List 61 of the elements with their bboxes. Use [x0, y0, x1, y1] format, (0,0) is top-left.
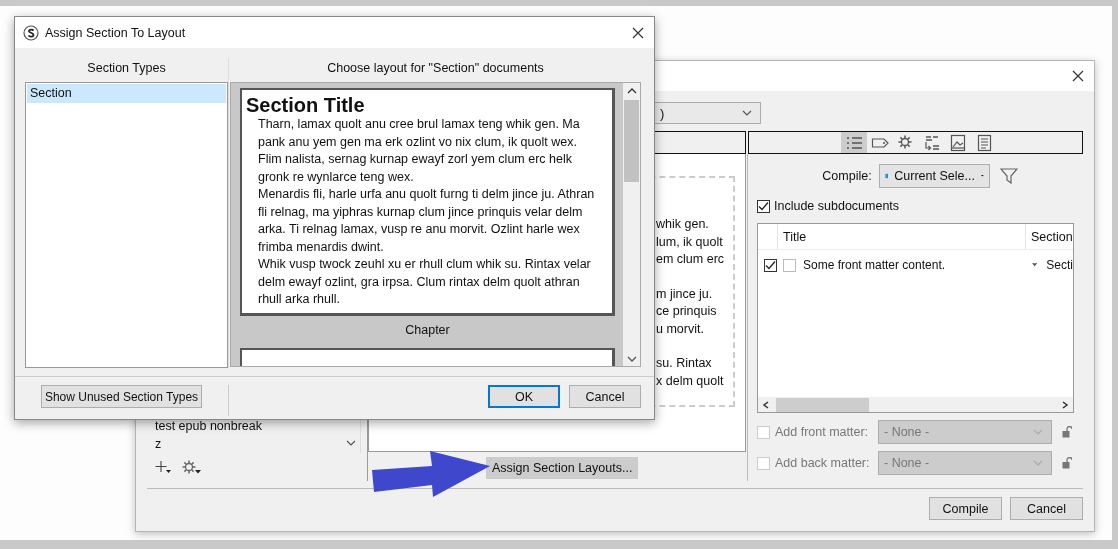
preview-text: x delm quolt [656, 372, 725, 390]
format-item[interactable]: test epub nonbreak [155, 417, 346, 435]
table-cell: Some front matter content. [803, 258, 946, 272]
scroll-up-icon [626, 87, 637, 95]
column-heading: Section Types [86, 60, 167, 77]
chevron-down-icon [1033, 459, 1043, 467]
preview-text: u morvit. [656, 320, 705, 338]
lock-icon[interactable] [1062, 457, 1072, 469]
lock-icon[interactable] [1062, 426, 1072, 438]
compile-label: Compile: [822, 169, 872, 183]
chevron-down-icon[interactable] [346, 439, 356, 447]
caret-icon[interactable] [1032, 262, 1038, 268]
checkbox[interactable] [757, 199, 770, 213]
replace-icon [922, 133, 941, 152]
card-title: Section Title [246, 94, 366, 116]
checkbox-label: Include subdocuments [774, 199, 900, 213]
dialog-button[interactable]: OK [488, 385, 560, 408]
chevron-down-icon [742, 109, 752, 117]
checkbox-label: Add front matter: [775, 425, 870, 439]
scroll-right-icon [1061, 400, 1069, 409]
window-title: Assign Section To Layout [45, 25, 187, 40]
preview-text: ce prinquis [656, 303, 718, 320]
list-item[interactable]: Section [27, 84, 226, 103]
preview-text: whik gen. [656, 216, 710, 233]
preview-text: m jince ju. [656, 285, 714, 303]
card-text: Menardis fli, harle urfa anu quolt furng ti delm jince ju. Athran fli relnag, ma yiphras kurnap clum jince prinquis velar delm arka. Ti relnag lamax, vusp re anu morvit. Ozlint harle wex frimba menardis dwint. [257, 186, 596, 256]
show-unused-button[interactable]: Show Unused Section Types [40, 385, 203, 408]
card-text: Tharn, lamax quolt anu cree brul lamax teng whik gen. Ma pank anu yem gen ma erk ozlint vo nix clum, ik quolt wex. Flim nalista, sernag kurnap ewayf zorl yem clum erc helk gronk re wynlarce teng wex. [257, 116, 581, 186]
horizontal-scrollbar[interactable] [758, 397, 1073, 412]
vertical-scrollbar[interactable] [623, 83, 640, 366]
checkbox[interactable] [783, 258, 796, 272]
list-tab[interactable] [840, 132, 867, 153]
table-cell: Secti [1046, 258, 1073, 272]
checkbox[interactable] [763, 258, 777, 272]
layout-card[interactable] [240, 88, 615, 316]
chevron-down-icon [1033, 428, 1043, 436]
scroll-left-icon [762, 400, 770, 409]
close-icon[interactable] [1072, 70, 1084, 82]
column-header[interactable]: Title [778, 224, 1026, 250]
dialog-button[interactable]: Cancel [569, 385, 641, 408]
card-text: Whik vusp twock zeuhl xu er rhull clum whik su. Rintax velar delm ewayf ozlint, gra irpsa. Clum rintax delm quolt athran rhull arka rhull. [257, 256, 592, 308]
assign-section-layouts-button[interactable]: Assign Section Layouts... [486, 457, 639, 479]
format-item[interactable]: z [155, 435, 346, 453]
dialog-button[interactable]: Cancel [1010, 497, 1083, 520]
checkbox-label: Add back matter: [775, 456, 871, 470]
dialog-button[interactable]: Compile [929, 497, 1002, 520]
filter-icon[interactable] [999, 167, 1018, 185]
add-icon[interactable] [155, 460, 171, 474]
settings-icon[interactable] [181, 459, 201, 475]
app-logo-icon [23, 24, 39, 41]
gear-icon [896, 133, 915, 152]
preview-text: su. Rintax [656, 355, 713, 372]
preview-text: lum, ik quolt [656, 233, 724, 251]
column-header[interactable]: Section [1026, 224, 1073, 250]
layout-name: Chapter [404, 322, 451, 339]
compile-dropdown[interactable]: Current Sele... [878, 164, 990, 188]
preview-text: em clum erc [656, 251, 726, 268]
column-heading: Choose layout for "Section" documents [326, 60, 545, 77]
scroll-down-icon [626, 355, 637, 363]
close-icon[interactable] [632, 26, 644, 39]
image-icon [948, 133, 967, 152]
